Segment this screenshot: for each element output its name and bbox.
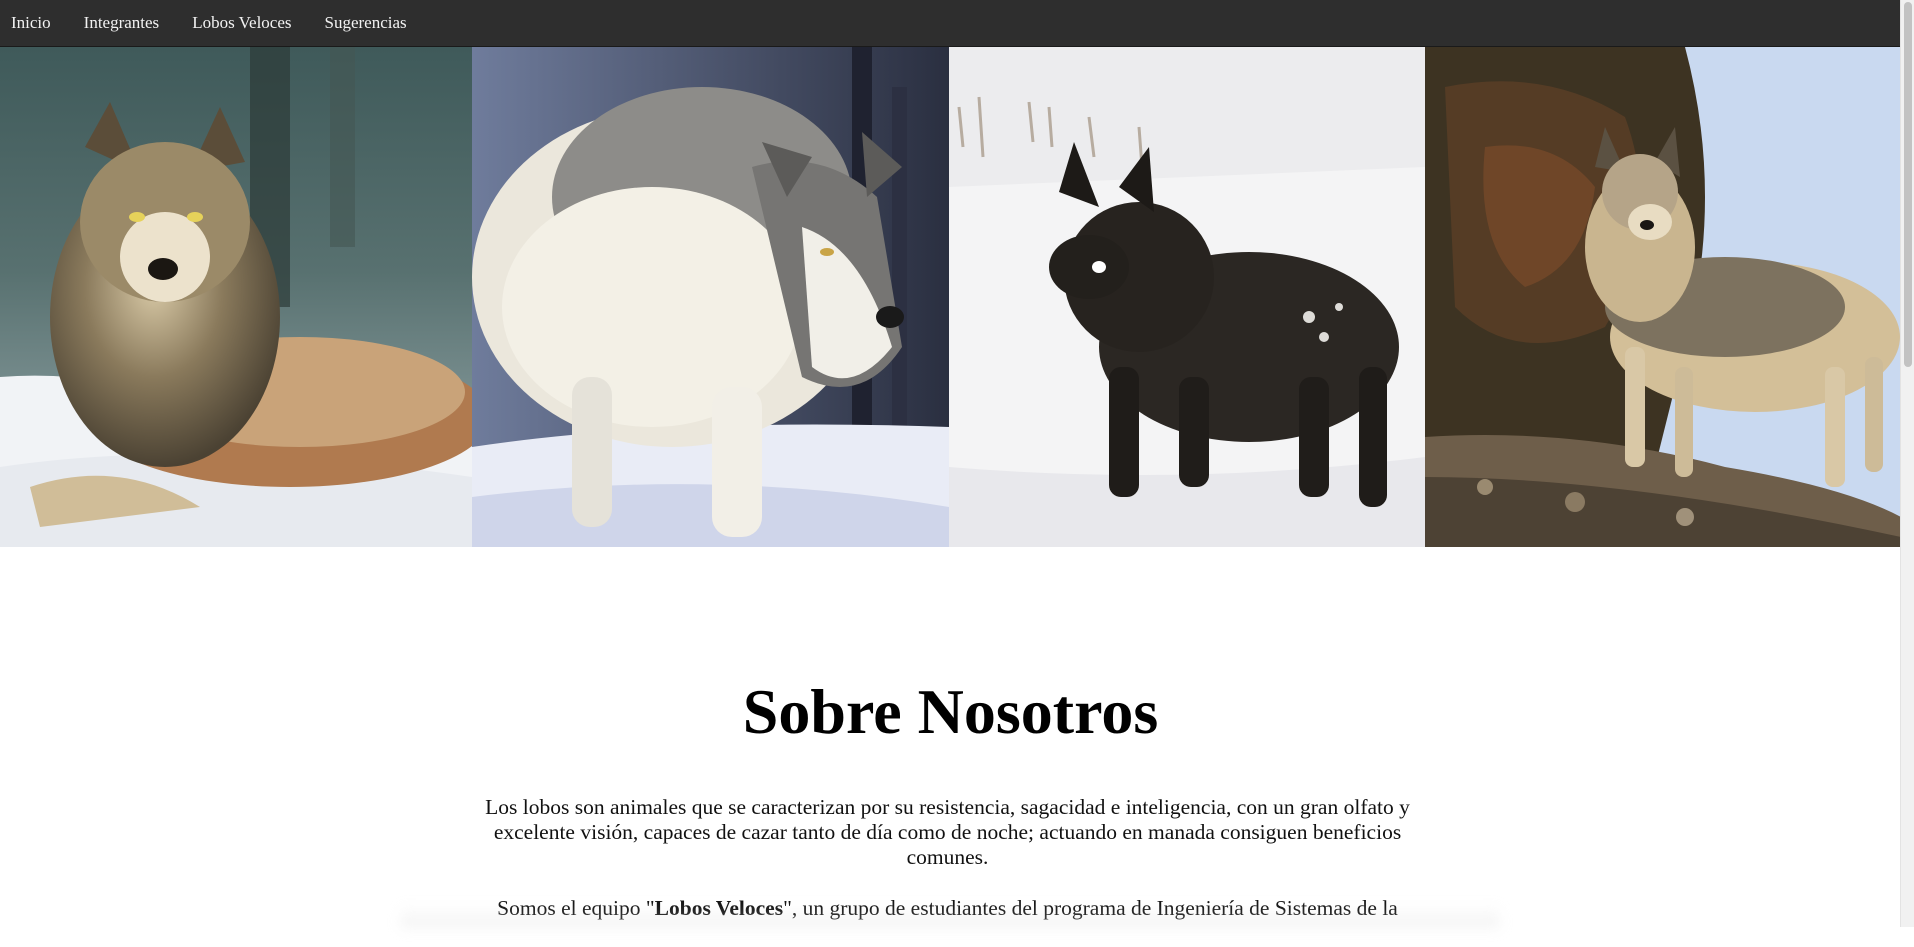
vertical-scrollbar[interactable] — [1900, 0, 1914, 927]
scrollbar-thumb[interactable] — [1904, 2, 1912, 367]
about-section: Sobre Nosotros Los lobos son animales qu… — [0, 547, 1901, 928]
wolf-gallery — [0, 47, 1901, 547]
wolf-photo-1 — [0, 47, 472, 547]
top-navbar: Inicio Integrantes Lobos Veloces Sugeren… — [0, 0, 1901, 47]
nav-link-sugerencias[interactable]: Sugerencias — [313, 0, 422, 46]
page-title: Sobre Nosotros — [742, 676, 1159, 747]
about-paragraph-1: Los lobos son animales que se caracteriz… — [485, 795, 1410, 869]
bottom-fade — [400, 904, 1500, 928]
wolf-lying-in-snow-icon — [0, 47, 472, 547]
nav-link-lobos-veloces[interactable]: Lobos Veloces — [180, 0, 306, 46]
wolf-photo-3 — [949, 47, 1425, 547]
white-wolf-walking-icon — [472, 47, 949, 547]
wolf-photo-4 — [1425, 47, 1901, 547]
black-wolf-in-snow-icon — [949, 47, 1425, 547]
nav-link-inicio[interactable]: Inicio — [0, 0, 66, 46]
gray-wolf-on-rock-icon — [1425, 47, 1901, 547]
nav-link-integrantes[interactable]: Integrantes — [72, 0, 175, 46]
wolf-photo-2 — [472, 47, 949, 547]
